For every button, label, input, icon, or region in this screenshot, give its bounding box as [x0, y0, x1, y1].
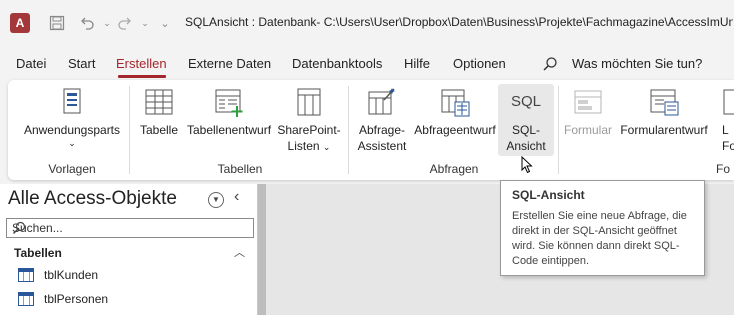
tab-erstellen[interactable]: Erstellen — [116, 56, 167, 71]
sql-ansicht-tooltip: SQL-Ansicht Erstellen Sie eine neue Abfr… — [500, 180, 705, 276]
nav-search-input[interactable]: Suchen... — [6, 218, 254, 238]
collapse-pane-icon[interactable]: ‹ — [234, 188, 239, 206]
sharepoint-label-line1: SharePoint- — [277, 123, 341, 137]
pane-splitter[interactable] — [258, 184, 266, 315]
tab-datei[interactable]: Datei — [16, 56, 46, 71]
table-design-icon — [213, 86, 245, 118]
tabelle-label: Tabelle — [139, 123, 179, 137]
nav-group-header-tabellen[interactable]: Tabellen — [14, 246, 62, 260]
tell-me-field[interactable]: Was möchten Sie tun? — [572, 56, 702, 71]
search-icon[interactable] — [12, 221, 26, 235]
nav-pane-title[interactable]: Alle Access-Objekte — [8, 188, 177, 210]
anwendungsparts-label: Anwendungsparts — [23, 123, 121, 137]
tooltip-title: SQL-Ansicht — [512, 188, 585, 202]
chevron-down-icon: ⌄ — [322, 142, 331, 152]
group-label-formulare: Fo — [716, 162, 731, 176]
tab-start[interactable]: Start — [68, 56, 95, 71]
group-separator — [129, 86, 130, 174]
partial-label-line1: L — [722, 123, 729, 137]
tab-externe-daten[interactable]: Externe Daten — [188, 56, 271, 71]
abfrageentwurf-label: Abfrageentwurf — [414, 123, 496, 137]
search-icon[interactable] — [542, 56, 558, 75]
partial-label-line2: Fo — [722, 139, 734, 153]
customize-qat-icon[interactable]: ⌄ — [154, 12, 176, 34]
redo-icon[interactable] — [114, 12, 136, 34]
redo-dropdown-icon[interactable]: ⌄ — [134, 12, 156, 34]
abfrage-assistent-label-line1: Abfrage- — [358, 123, 406, 137]
group-label-tabellen: Tabellen — [217, 162, 263, 176]
table-icon — [18, 292, 34, 306]
formularentwurf-label: Formularentwurf — [620, 123, 708, 137]
tabellenentwurf-label: Tabellenentwurf — [186, 123, 272, 137]
query-wizard-icon — [366, 86, 398, 118]
query-design-icon — [439, 86, 471, 118]
formular-label: Formular — [563, 123, 612, 137]
menu-bar: Datei Start Erstellen Externe Daten Date… — [0, 44, 734, 80]
table-icon — [143, 86, 175, 118]
nav-item-label: tblPersonen — [44, 292, 109, 306]
group-separator — [348, 86, 349, 174]
group-label-vorlagen: Vorlagen — [48, 162, 96, 176]
nav-item-tblkunden[interactable]: tblKunden — [18, 268, 98, 282]
sql-ansicht-button[interactable]: SQL SQL- Ansicht — [498, 86, 554, 154]
access-app-icon: A — [10, 13, 30, 33]
sql-ansicht-label-line1: SQL- — [511, 123, 540, 137]
chevron-down-icon: ⌄ — [68, 138, 76, 148]
ribbon: Anwendungsparts ⌄ Vorlagen Tabelle Tabel… — [8, 80, 734, 180]
abfrageentwurf-button[interactable]: Abfrageentwurf — [410, 86, 500, 138]
sharepoint-listen-button[interactable]: SharePoint- Listen ⌄ — [274, 86, 344, 155]
tabelle-button[interactable]: Tabelle — [136, 86, 182, 138]
save-icon[interactable] — [46, 12, 68, 34]
nav-item-label: tblKunden — [44, 268, 99, 282]
table-icon — [18, 268, 34, 282]
title-bar: A ⌄ ⌄ ⌄ SQLAnsicht : Datenbank- C:\Users… — [0, 0, 734, 44]
formularentwurf-button[interactable]: Formularentwurf — [616, 86, 712, 138]
form-icon — [572, 86, 604, 118]
undo-icon[interactable] — [76, 12, 98, 34]
application-parts-icon — [56, 86, 88, 118]
chevron-up-icon[interactable]: ︿ — [234, 244, 245, 260]
tooltip-body: Erstellen Sie eine neue Abfrage, die dir… — [512, 210, 687, 267]
sql-icon: SQL — [510, 93, 541, 110]
partial-ribbon-button[interactable]: L Fo — [716, 86, 734, 154]
window-title: SQLAnsicht : Datenbank- C:\Users\User\Dr… — [185, 15, 733, 29]
sql-ansicht-label-line2: Ansicht — [506, 139, 546, 153]
nav-item-tblpersonen[interactable]: tblPersonen — [18, 292, 108, 306]
anwendungsparts-button[interactable]: Anwendungsparts ⌄ — [22, 86, 122, 148]
form-design-icon — [648, 86, 680, 118]
tabellenentwurf-button[interactable]: Tabellenentwurf — [184, 86, 274, 138]
active-tab-indicator — [118, 75, 166, 78]
tab-datenbanktools[interactable]: Datenbanktools — [292, 56, 382, 71]
group-separator — [558, 86, 559, 174]
abfrage-assistent-label-line2: Assistent — [357, 139, 407, 153]
sharepoint-label-line2: Listen ⌄ — [287, 139, 331, 153]
mouse-cursor-icon — [521, 155, 533, 177]
sharepoint-list-icon — [293, 86, 325, 118]
navigation-pane: Alle Access-Objekte ▼ ‹ Suchen... Tabell… — [0, 184, 258, 315]
nav-menu-dropdown-icon[interactable]: ▼ — [208, 192, 224, 208]
tab-optionen[interactable]: Optionen — [453, 56, 506, 71]
tab-hilfe[interactable]: Hilfe — [404, 56, 430, 71]
abfrage-assistent-button[interactable]: Abfrage- Assistent — [354, 86, 410, 154]
formular-button[interactable]: Formular — [560, 86, 616, 138]
partial-icon — [720, 86, 734, 118]
